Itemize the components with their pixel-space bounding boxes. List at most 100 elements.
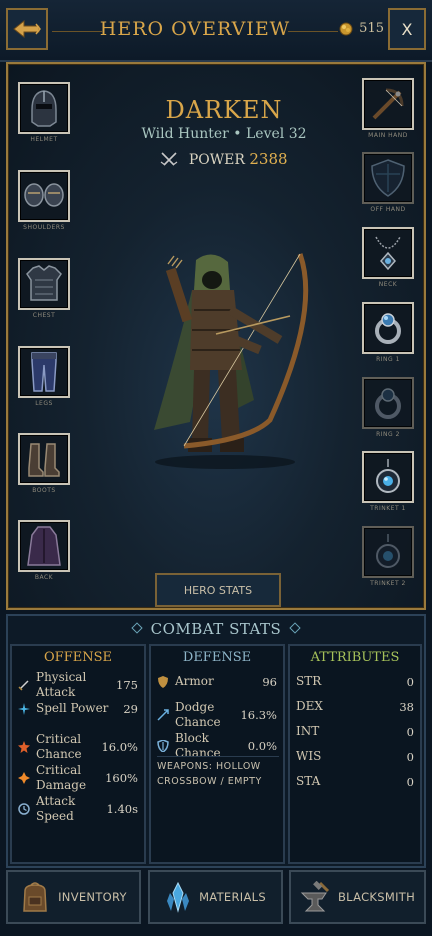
stat-value: 29: [123, 701, 138, 716]
hero-portrait: [154, 253, 309, 469]
weapons-line-2: CROSSBOW / EMPTY: [157, 776, 262, 787]
block-icon: [157, 740, 169, 752]
stat-row-critical-chance: Critical Chance 16.0%: [18, 732, 138, 762]
stat-value: 16.0%: [101, 740, 138, 754]
back-button[interactable]: [6, 8, 48, 50]
slot-label-main-hand: MAIN HAND: [368, 132, 408, 139]
slot-boots[interactable]: [18, 433, 70, 485]
spark-icon: [18, 702, 30, 715]
leg-armor-icon: [31, 352, 57, 392]
hero-name: DARKEN: [165, 96, 283, 124]
materials-button[interactable]: MATERIALS: [148, 870, 283, 924]
slot-off-hand[interactable]: [362, 152, 414, 204]
gold-coin-icon: [339, 22, 353, 35]
crystal-icon: [167, 881, 190, 913]
stat-row-physical-attack: Physical Attack 175: [18, 670, 138, 700]
slot-shoulders[interactable]: [18, 170, 70, 222]
slot-label-boots: BOOTS: [32, 487, 56, 494]
inventory-label: INVENTORY: [58, 890, 127, 904]
ring-icon: [375, 388, 401, 419]
cloak-icon: [27, 526, 61, 566]
hero-class-level: Wild Hunter • Level 32: [141, 126, 307, 142]
attack-speed-icon: [18, 803, 30, 815]
stat-row-armor: Armor 96: [157, 674, 277, 689]
stat-row-int: INT 0: [296, 724, 414, 739]
stat-value: 0: [406, 774, 414, 789]
stat-row-sta: STA 0: [296, 774, 414, 789]
stat-label: Dodge Chance: [175, 700, 221, 729]
blacksmith-label: BLACKSMITH: [337, 890, 416, 904]
combat-stats-header: COMBAT STATS: [8, 620, 424, 638]
crit-damage-icon: [18, 772, 30, 784]
slot-trinket-1[interactable]: [362, 451, 414, 503]
stat-row-attack-speed: Attack Speed 1.40s: [18, 794, 138, 824]
gold-amount: 515: [359, 21, 384, 36]
combat-stats-panel: COMBAT STATS OFFENSE Physical Attack 175…: [6, 614, 426, 868]
stat-label: WIS: [296, 749, 322, 763]
slot-ring-2[interactable]: [362, 377, 414, 429]
stat-value: 160%: [105, 771, 138, 785]
materials-label: MATERIALS: [199, 890, 266, 904]
diamond-ornament-icon: [289, 622, 302, 634]
boots-icon: [28, 443, 60, 477]
anvil-icon: [300, 881, 330, 912]
trinket-icon: [376, 534, 400, 568]
stat-value: 1.40s: [106, 802, 138, 816]
title-ornament-right: [288, 31, 338, 32]
slot-chest[interactable]: [18, 258, 70, 310]
slot-label-legs: LEGS: [35, 400, 53, 407]
necklace-icon: [375, 236, 401, 271]
slot-helmet[interactable]: [18, 82, 70, 134]
slot-label-chest: CHEST: [32, 312, 56, 319]
stat-value: 16.3%: [240, 708, 277, 722]
slot-main-hand[interactable]: [362, 78, 414, 130]
page-title: HERO OVERVIEW: [99, 18, 291, 40]
dodge-icon: [157, 709, 169, 721]
slot-trinket-2[interactable]: [362, 526, 414, 578]
power-label: POWER: [188, 152, 245, 168]
shield-icon: [371, 159, 405, 197]
shoulders-icon: [24, 183, 64, 207]
crossbow-icon: [372, 88, 404, 120]
crit-chance-icon: [18, 741, 30, 753]
defense-title: DEFENSE: [182, 650, 252, 665]
trinket-icon: [376, 459, 400, 493]
sword-icon: [18, 680, 29, 691]
stat-label: STA: [296, 774, 321, 788]
stat-label: Critical Damage: [36, 763, 87, 792]
header-bar: HERO OVERVIEW 515 X: [0, 0, 432, 62]
stat-value: 0: [406, 749, 414, 764]
slot-label-trinket-2: TRINKET 2: [370, 580, 406, 587]
stat-row-str: STR 0: [296, 674, 414, 689]
slot-label-trinket-1: TRINKET 1: [370, 505, 406, 512]
stat-value: 0: [406, 674, 414, 689]
slot-back[interactable]: [18, 520, 70, 572]
slot-neck[interactable]: [362, 227, 414, 279]
attributes-column: ATTRIBUTES STR 0 DEX 38 INT 0 WIS 0 STA …: [288, 644, 422, 864]
stat-row-wis: WIS 0: [296, 749, 414, 764]
attributes-title: ATTRIBUTES: [310, 650, 400, 665]
crossed-swords-icon: [161, 152, 178, 166]
slot-label-neck: NECK: [378, 281, 398, 288]
slot-label-helmet: HELMET: [30, 136, 58, 143]
ring-icon: [375, 313, 401, 344]
slot-legs[interactable]: [18, 346, 70, 398]
stat-label: STR: [296, 674, 322, 688]
blacksmith-button[interactable]: BLACKSMITH: [289, 870, 426, 924]
slot-ring-1[interactable]: [362, 302, 414, 354]
power-value: 2388: [249, 150, 288, 168]
slot-label-ring-2: RING 2: [376, 431, 400, 438]
offense-column: OFFENSE Physical Attack 175 Spell Power …: [10, 644, 146, 864]
hero-stats-button[interactable]: HERO STATS: [155, 573, 281, 607]
chest-armor-icon: [26, 265, 62, 301]
arrow-left-icon: [13, 19, 41, 39]
stat-row-dex: DEX 38: [296, 699, 414, 714]
slot-label-off-hand: OFF HAND: [370, 206, 406, 213]
stat-value: 175: [116, 678, 138, 692]
stat-label: Spell Power: [36, 701, 109, 715]
close-label: X: [401, 19, 413, 39]
inventory-button[interactable]: INVENTORY: [6, 870, 141, 924]
close-button[interactable]: X: [388, 8, 426, 50]
stat-label: Physical Attack: [36, 670, 87, 699]
slot-label-back: BACK: [34, 574, 54, 581]
